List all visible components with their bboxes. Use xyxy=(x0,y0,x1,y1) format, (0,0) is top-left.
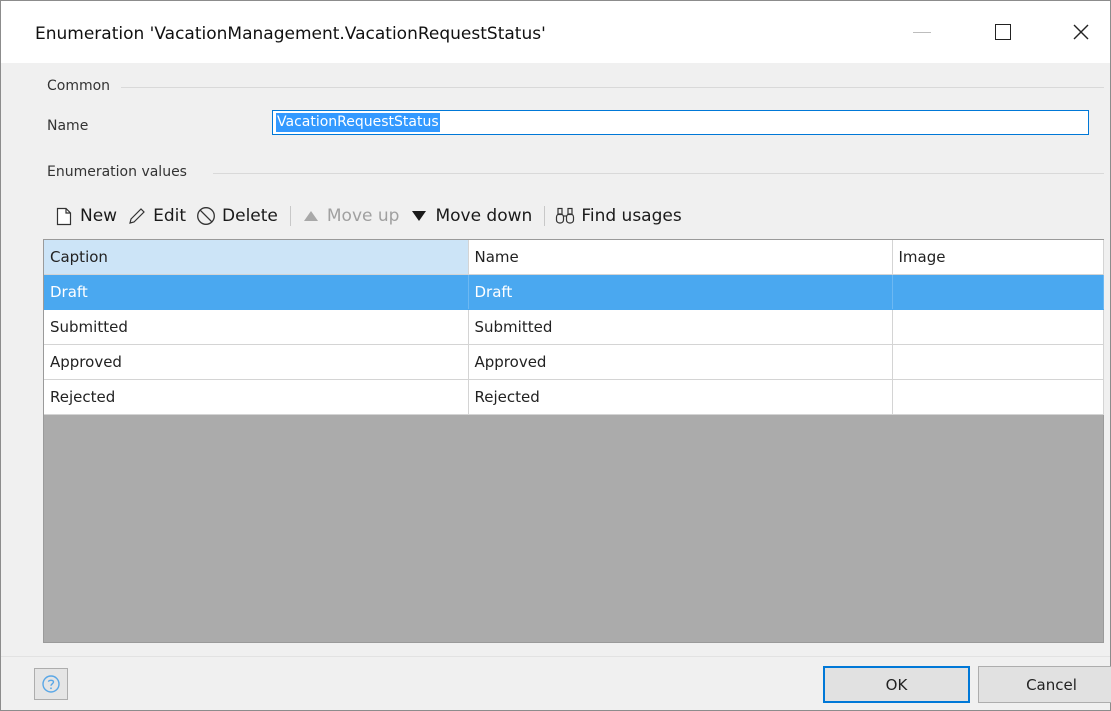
enumeration-values-grid[interactable]: Caption Name Image Draft Draft Submitted… xyxy=(43,239,1104,643)
table-row[interactable]: Approved Approved xyxy=(44,344,1104,380)
common-group-label: Common xyxy=(47,78,111,94)
name-label: Name xyxy=(47,118,89,134)
edit-button[interactable]: Edit xyxy=(127,206,186,226)
delete-icon xyxy=(196,206,216,226)
values-table: Caption Name Image Draft Draft Submitted… xyxy=(44,240,1104,415)
common-group-divider xyxy=(121,87,1104,88)
cell-name: Approved xyxy=(468,344,893,380)
ok-button[interactable]: OK xyxy=(823,666,970,703)
triangle-down-icon xyxy=(409,206,429,226)
title-bar[interactable]: Enumeration 'VacationManagement.Vacation… xyxy=(1,1,1110,63)
cell-caption: Rejected xyxy=(44,379,469,415)
new-label: New xyxy=(80,206,118,226)
move-down-button[interactable]: Move down xyxy=(409,206,532,226)
move-down-label: Move down xyxy=(435,206,533,226)
cell-caption: Approved xyxy=(44,344,469,380)
help-icon xyxy=(42,675,60,693)
table-row[interactable]: Draft Draft xyxy=(44,274,1104,310)
enumeration-dialog: Enumeration 'VacationManagement.Vacation… xyxy=(0,0,1111,711)
column-header-caption[interactable]: Caption xyxy=(44,240,469,275)
footer-divider xyxy=(1,656,1110,657)
binoculars-icon xyxy=(555,206,575,226)
close-button[interactable] xyxy=(1058,1,1104,63)
pencil-icon xyxy=(127,206,147,226)
find-usages-button[interactable]: Find usages xyxy=(555,206,682,226)
help-button[interactable] xyxy=(34,668,68,700)
cell-image xyxy=(892,344,1104,380)
maximize-button[interactable] xyxy=(980,1,1026,63)
cell-name: Submitted xyxy=(468,309,893,345)
window-title: Enumeration 'VacationManagement.Vacation… xyxy=(35,24,546,44)
column-header-image[interactable]: Image xyxy=(892,240,1104,275)
name-field[interactable]: VacationRequestStatus xyxy=(272,110,1089,135)
cell-name: Draft xyxy=(468,274,893,310)
cell-image xyxy=(892,274,1104,310)
toolbar-separator xyxy=(544,206,546,226)
close-icon xyxy=(1073,24,1089,40)
values-group-label: Enumeration values xyxy=(47,164,187,180)
cell-image xyxy=(892,309,1104,345)
values-toolbar: New Edit Delete Move up Move down Find u… xyxy=(54,201,692,231)
toolbar-separator xyxy=(289,206,291,226)
find-usages-label: Find usages xyxy=(581,206,682,226)
new-document-icon xyxy=(54,206,74,226)
values-group-divider xyxy=(213,173,1104,174)
minimize-button[interactable] xyxy=(899,1,945,63)
table-row[interactable]: Submitted Submitted xyxy=(44,309,1104,345)
delete-button[interactable]: Delete xyxy=(196,206,278,226)
maximize-icon xyxy=(995,24,1011,40)
cell-caption: Draft xyxy=(44,274,469,310)
new-button[interactable]: New xyxy=(54,206,117,226)
minimize-icon xyxy=(913,31,931,33)
edit-label: Edit xyxy=(153,206,187,226)
cell-name: Rejected xyxy=(468,379,893,415)
cell-image xyxy=(892,379,1104,415)
cell-caption: Submitted xyxy=(44,309,469,345)
move-up-label: Move up xyxy=(326,206,400,226)
triangle-up-icon xyxy=(301,206,321,226)
delete-label: Delete xyxy=(222,206,278,226)
table-row[interactable]: Rejected Rejected xyxy=(44,379,1104,415)
column-header-name[interactable]: Name xyxy=(468,240,893,275)
cancel-button[interactable]: Cancel xyxy=(978,666,1111,703)
name-field-value: VacationRequestStatus xyxy=(276,113,440,132)
table-header-row: Caption Name Image xyxy=(44,240,1104,275)
move-up-button[interactable]: Move up xyxy=(301,206,400,226)
